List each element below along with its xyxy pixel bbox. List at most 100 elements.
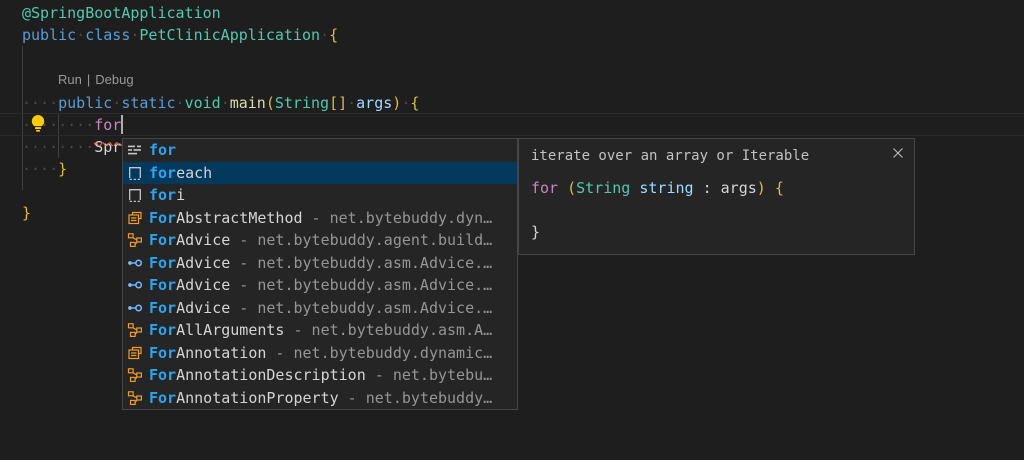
suggestion-rest-text: Advice	[176, 299, 230, 317]
suggestion-doc-text: iterate over an array or Iterable	[531, 147, 902, 166]
suggestion-description: - net.bytebu…	[366, 366, 492, 384]
code-token: }	[22, 204, 31, 222]
symbol-class-icon	[127, 367, 143, 383]
codelens-run-link[interactable]: Run	[58, 72, 82, 87]
close-icon[interactable]	[890, 145, 906, 161]
suggestion-label: ForAdvice - net.bytebuddy.asm.Advice.…	[149, 299, 492, 317]
code-token: {	[775, 179, 784, 197]
suggestion-description: - net.bytebuddy.asm.Advice.…	[230, 299, 492, 317]
suggestion-rest-text: AllArguments	[176, 321, 284, 339]
code-token: ·	[112, 94, 121, 112]
suggestion-match-text: for	[149, 164, 176, 182]
suggestion-item[interactable]: ForAdvice - net.bytebuddy.asm.Advice.…	[123, 252, 517, 275]
code-line[interactable]: @SpringBootApplication	[22, 2, 221, 24]
code-token: main	[230, 94, 266, 112]
code-token: ·	[347, 94, 356, 112]
suggestion-rest-text: Annotation	[176, 344, 266, 362]
error-squiggle	[94, 131, 122, 136]
code-token	[766, 179, 775, 197]
suggestion-label: fori	[149, 186, 185, 204]
symbol-class-icon	[127, 390, 143, 406]
code-token: ········	[22, 138, 94, 156]
suggestion-description: - net.bytebuddy.asm.Advice.…	[230, 276, 492, 294]
code-token: }	[58, 160, 67, 178]
symbol-class-icon	[127, 322, 143, 338]
code-token: )	[757, 179, 766, 197]
code-token: public	[22, 26, 76, 44]
suggestion-item[interactable]: ForAnnotation - net.bytebuddy.dynamic…	[123, 342, 517, 365]
code-line[interactable]: ····public·static·void·main(String[]·arg…	[22, 92, 419, 114]
suggestion-match-text: For	[149, 366, 176, 384]
suggestion-label: ForAbstractMethod - net.bytebuddy.dyn…	[149, 209, 492, 227]
code-token: (	[567, 179, 576, 197]
suggestion-match-text: For	[149, 231, 176, 249]
suggestion-label: foreach	[149, 164, 212, 182]
code-token: ·	[176, 94, 185, 112]
suggestion-doc-code: for (String string : args) {}	[531, 177, 902, 243]
code-token: :	[694, 179, 721, 197]
code-token: ····	[22, 94, 58, 112]
code-token: void	[185, 94, 221, 112]
current-line-highlight	[0, 113, 1024, 136]
code-token: @SpringBootApplication	[22, 4, 221, 22]
suggest-widget: forforeachforiForAbstractMethod - net.by…	[122, 138, 518, 410]
code-line[interactable]: }	[22, 202, 31, 224]
code-token: static	[121, 94, 175, 112]
suggestion-rest-text: i	[176, 186, 185, 204]
code-token: []	[329, 94, 347, 112]
suggestion-item[interactable]: ForAnnotationDescription - net.bytebu…	[123, 364, 517, 387]
suggestion-item[interactable]: ForAbstractMethod - net.bytebuddy.dyn…	[123, 207, 517, 230]
suggestion-label: for	[149, 141, 176, 159]
symbol-enum-icon	[127, 345, 143, 361]
suggestion-match-text: For	[149, 209, 176, 227]
code-token: ·	[320, 26, 329, 44]
suggestion-rest-text: Advice	[176, 254, 230, 272]
suggestion-rest-text: AnnotationProperty	[176, 389, 339, 407]
codelens-separator: |	[87, 72, 90, 87]
suggestion-item[interactable]: ForAdvice - net.bytebuddy.asm.Advice.…	[123, 297, 517, 320]
suggestion-match-text: For	[149, 321, 176, 339]
suggestion-description: - net.bytebuddy.dynamic…	[266, 344, 492, 362]
symbol-interface-icon	[127, 255, 143, 271]
code-line[interactable]: ····}	[22, 158, 67, 180]
code-token	[558, 179, 567, 197]
doc-code-line: for (String string : args) {	[531, 177, 902, 199]
suggestion-description: - net.bytebuddy…	[339, 389, 493, 407]
code-token: {	[410, 94, 419, 112]
code-token: String	[275, 94, 329, 112]
code-line[interactable]: ········Spr	[22, 136, 121, 158]
code-token: PetClinicApplication	[139, 26, 320, 44]
suggest-docs-panel: iterate over an array or Iterable for (S…	[518, 138, 915, 255]
text-cursor	[121, 115, 123, 134]
suggestion-match-text: For	[149, 254, 176, 272]
suggestion-item[interactable]: fori	[123, 184, 517, 207]
code-token: ·	[221, 94, 230, 112]
suggestion-match-text: For	[149, 276, 176, 294]
suggestion-item[interactable]: foreach	[123, 162, 517, 185]
suggestion-item[interactable]: for	[123, 139, 517, 162]
suggestion-rest-text: Advice	[176, 276, 230, 294]
code-token: }	[531, 223, 540, 241]
code-line[interactable]: public·class·PetClinicApplication·{	[22, 24, 338, 46]
lightbulb-icon[interactable]	[28, 113, 48, 134]
code-token: class	[85, 26, 130, 44]
suggestion-item[interactable]: ForAllArguments - net.bytebuddy.asm.A…	[123, 319, 517, 342]
symbol-snippet-icon	[127, 187, 143, 203]
suggestion-description: - net.bytebuddy.dyn…	[303, 209, 493, 227]
codelens-debug-link[interactable]: Debug	[95, 72, 133, 87]
suggestion-item[interactable]: ForAdvice - net.bytebuddy.agent.build…	[123, 229, 517, 252]
code-token: args	[356, 94, 392, 112]
code-token: for	[531, 179, 558, 197]
suggestion-item[interactable]: ForAdvice - net.bytebuddy.asm.Advice.…	[123, 274, 517, 297]
suggestion-description: - net.bytebuddy.asm.Advice.…	[230, 254, 492, 272]
suggestion-item[interactable]: ForAnnotationProperty - net.bytebuddy…	[123, 387, 517, 410]
suggestion-label: ForAdvice - net.bytebuddy.asm.Advice.…	[149, 276, 492, 294]
code-token: ····	[22, 160, 58, 178]
symbol-snippet-icon	[127, 165, 143, 181]
suggestion-label: ForAdvice - net.bytebuddy.asm.Advice.…	[149, 254, 492, 272]
symbol-class-icon	[127, 232, 143, 248]
suggestion-rest-text: AbstractMethod	[176, 209, 302, 227]
code-token: String	[576, 179, 630, 197]
code-token: args	[721, 179, 757, 197]
code-editor: @SpringBootApplicationpublic·class·PetCl…	[0, 0, 1024, 460]
